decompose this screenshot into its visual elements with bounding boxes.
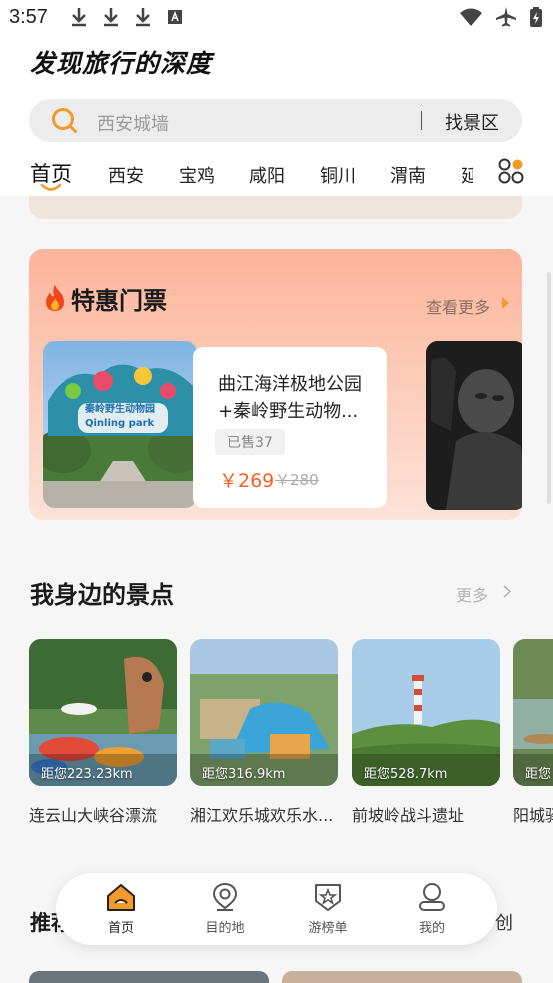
nav-destination[interactable]: 目的地 [190,881,260,936]
status-bar: 3:57 [0,0,553,36]
brand-logo: 发现旅行的深度 [30,49,213,78]
home-icon [107,884,135,911]
spot-card[interactable]: 距您528.7km 前坡岭战斗遗址 [352,639,500,826]
spot-name: 湘江欢乐城欢乐水... [190,806,334,825]
download-icon [72,8,86,27]
nav-home[interactable]: 首页 [86,881,156,936]
location-pin-icon [212,882,238,911]
spot-distance: 距您 [525,767,552,782]
battery-icon [530,7,542,27]
profile-icon [419,883,445,911]
recommend-card[interactable] [29,971,269,983]
ticket-original-price: ￥280 [275,471,319,489]
spot-image: 距您 [513,639,553,786]
nav-label: 目的地 [205,921,245,936]
spot-distance: 距您223.23km [41,767,133,782]
system-icons [459,6,543,28]
search-bar[interactable]: 西安城墙 找景区 [29,99,522,142]
ticket-card[interactable] [426,341,522,510]
nearby-spots-title: 我身边的景点 [30,581,174,609]
spot-name: 前坡岭战斗遗址 [352,806,465,825]
spot-distance: 距您316.9km [202,767,286,782]
recommend-card[interactable] [282,971,522,983]
nav-mine[interactable]: 我的 [397,881,467,936]
recommend-side-tab[interactable]: 创 [495,909,513,935]
chevron-right-icon [502,297,509,309]
ranking-badge-icon [315,884,341,911]
spot-image: 距您223.23km [29,639,177,786]
download-icon [104,8,118,27]
special-tickets-panel: 特惠门票 查看更多 秦岭野生动物园 Qinling park 曲江海洋极地公园+… [29,249,522,520]
nav-label: 游榜单 [308,921,348,936]
nearby-more-link[interactable]: 更多 [456,582,488,606]
nav-label: 我的 [418,921,445,936]
nav-label: 首页 [107,921,134,936]
status-time: 3:57 [9,6,48,28]
deals-title: 特惠门票 [71,287,167,315]
chevron-right-icon [503,585,511,598]
airplane-mode-icon [496,7,516,27]
spot-card[interactable]: 距您316.9km 湘江欢乐城欢乐水... [190,639,338,826]
tab-weinan[interactable]: 渭南 [390,162,426,188]
city-tabs: 首页 西安 宝鸡 咸阳 铜川 渭南 延 [0,154,553,194]
tab-yanan[interactable]: 延 [461,162,473,188]
search-divider [421,111,422,130]
nav-ranking[interactable]: 游榜单 [293,881,363,936]
search-icon [52,108,77,133]
spot-distance: 距您528.7km [364,767,448,782]
terracotta-warrior-photo [426,341,522,510]
scrollbar[interactable] [547,272,551,504]
find-scenic-button[interactable]: 找景区 [445,109,499,135]
tab-baoji[interactable]: 宝鸡 [179,162,215,188]
active-tab-indicator [40,184,62,191]
wifi-icon [460,8,482,26]
ticket-image-sign: 秦岭野生动物园 Qinling park [85,404,155,429]
spot-name: 阳城驿 [513,806,553,825]
ticket-info: 曲江海洋极地公园+秦岭野生动物... 已售37 ￥269 ￥280 [193,347,387,508]
search-input[interactable]: 西安城墙 [97,110,169,136]
tabs-grid-menu-icon[interactable] [498,158,524,184]
ticket-image: 秦岭野生动物园 Qinling park [43,341,197,508]
tab-xianyang[interactable]: 咸阳 [249,162,285,188]
spot-image: 距您316.9km [190,639,338,786]
download-icon [136,8,150,27]
ticket-price: ￥269 [219,470,275,492]
ticket-card[interactable]: 秦岭野生动物园 Qinling park 曲江海洋极地公园+秦岭野生动物... … [43,341,387,508]
tab-tongchuan[interactable]: 铜川 [320,162,356,188]
header: 发现旅行的深度 西安城墙 找景区 首页 西安 宝鸡 咸阳 铜川 渭南 延 [0,36,553,196]
spot-name: 连云山大峡谷漂流 [29,806,158,825]
bottom-navigation: 首页 目的地 游榜单 我的 [56,873,497,945]
previous-card-edge [29,196,522,219]
spot-card[interactable]: 距您 阳城驿 [513,639,553,826]
ticket-sold-badge: 已售37 [215,429,285,455]
main-content: 特惠门票 查看更多 秦岭野生动物园 Qinling park 曲江海洋极地公园+… [0,196,553,983]
deals-view-more-link[interactable]: 查看更多 [426,294,490,318]
font-app-icon [168,10,182,24]
spot-card[interactable]: 距您223.23km 连云山大峡谷漂流 [29,639,177,826]
notification-icons [70,6,184,28]
ticket-name: 曲江海洋极地公园+秦岭野生动物... [218,374,362,422]
tab-xian[interactable]: 西安 [108,162,144,188]
spot-image: 距您528.7km [352,639,500,786]
fire-icon [46,285,64,311]
